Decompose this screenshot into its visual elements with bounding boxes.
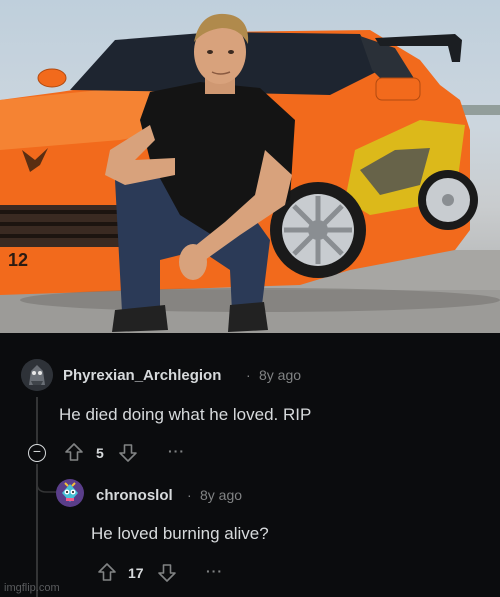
comment-author[interactable]: Phyrexian_Archlegion — [63, 367, 221, 384]
car-photo-illustration: 12 — [0, 13, 500, 333]
more-icon[interactable]: ··· — [206, 563, 223, 579]
comment-author[interactable]: chronoslol — [96, 487, 173, 504]
comment-thread: Phyrexian_Archlegion · 8y ago He died do… — [0, 333, 500, 597]
post-image[interactable]: 12 — [0, 0, 500, 333]
upvote-icon[interactable] — [96, 561, 118, 588]
thread-line[interactable] — [36, 397, 38, 447]
avatar-creature-icon — [21, 359, 53, 391]
collapse-icon[interactable]: − — [28, 444, 46, 462]
more-icon[interactable]: ··· — [168, 443, 185, 459]
vote-score: 5 — [96, 445, 104, 461]
downvote-icon[interactable] — [117, 442, 139, 469]
meta-separator: · — [246, 367, 251, 383]
comment-body: He loved burning alive? — [91, 524, 269, 543]
watermark: imgflip.com — [4, 582, 60, 594]
vote-score: 17 — [128, 565, 144, 581]
avatar[interactable] — [21, 359, 53, 391]
comment-age[interactable]: 8y ago — [200, 487, 242, 503]
upvote-icon[interactable] — [63, 441, 85, 468]
license-plate-text: 12 — [8, 250, 28, 270]
avatar[interactable] — [56, 479, 84, 507]
comment-body: He died doing what he loved. RIP — [59, 405, 312, 424]
meta-separator: · — [187, 487, 192, 503]
avatar-robot-icon — [56, 479, 84, 507]
comment-age[interactable]: 8y ago — [259, 367, 301, 383]
downvote-icon[interactable] — [156, 562, 178, 589]
